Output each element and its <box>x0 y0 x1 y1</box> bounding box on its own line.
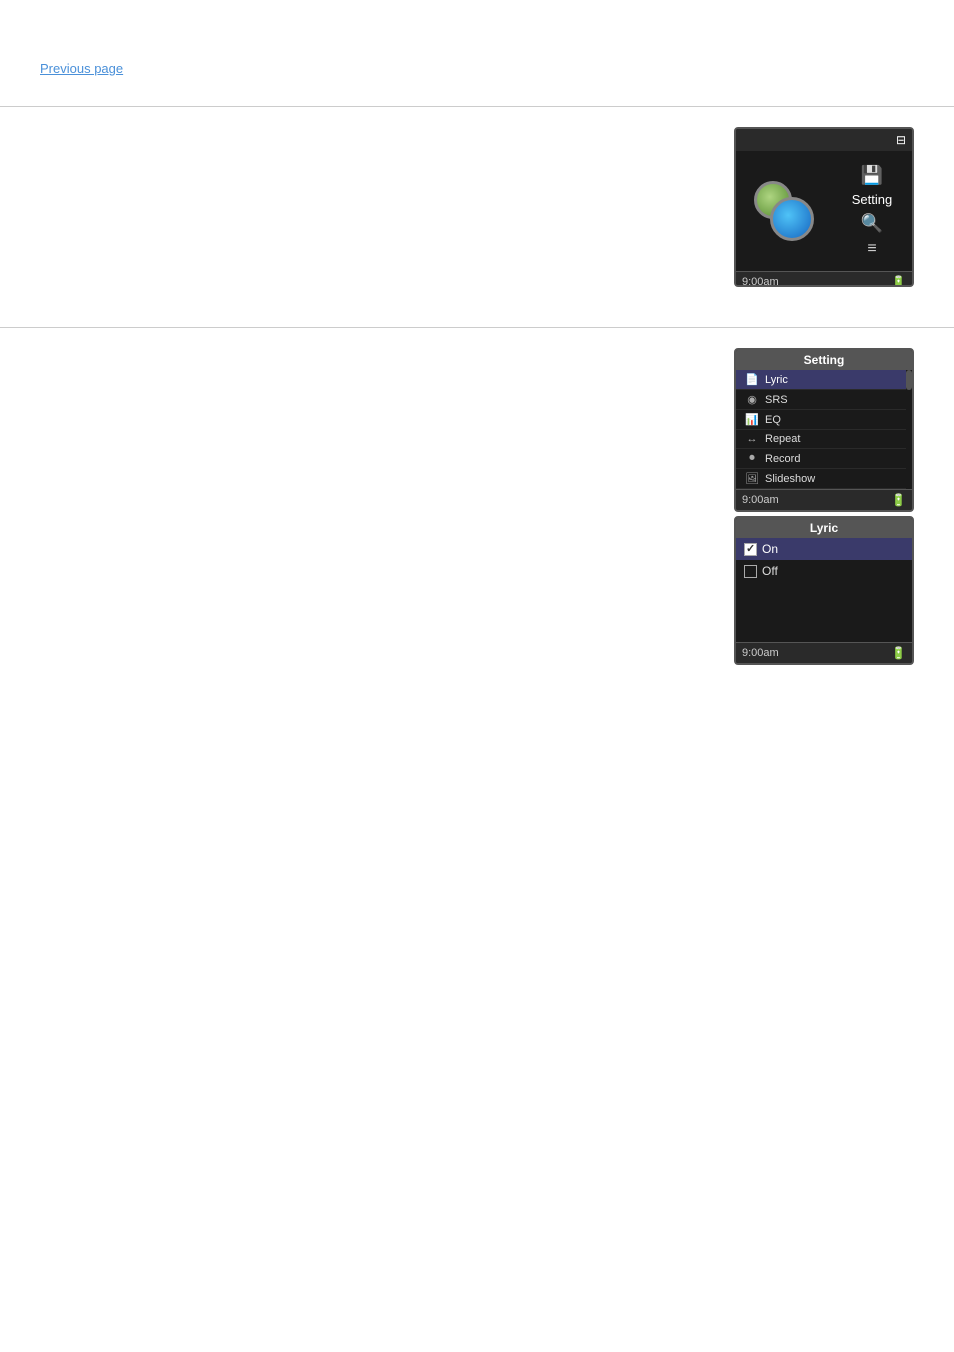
screen3-spacer <box>736 582 912 642</box>
menu-item-slideshow[interactable]: 🖼 Slideshow <box>736 469 906 489</box>
menu-label-srs: SRS <box>765 394 788 406</box>
screen3-title: Lyric <box>736 518 912 538</box>
gear-blue-icon <box>770 197 814 241</box>
menu-item-repeat[interactable]: ↔ Repeat <box>736 430 906 449</box>
screens-column: Setting 📄 Lyric ◉ SRS 📊 EQ <box>734 348 914 665</box>
screen1-body: 💾 Setting 🔍 ≡ <box>736 151 912 271</box>
screen1-right: 💾 Setting 🔍 ≡ <box>832 151 912 271</box>
section-1: ⊟ 💾 Setting 🔍 ≡ 9:00am 🔋 <box>0 106 954 317</box>
screen2-title: Setting <box>736 350 912 370</box>
menu-label-slideshow: Slideshow <box>765 473 815 485</box>
screen1-battery-icon: 🔋 <box>891 275 906 287</box>
save-icon: 💾 <box>861 165 883 186</box>
eq-icon: 📊 <box>744 413 760 426</box>
checkbox-on <box>744 543 757 556</box>
gear-icon <box>754 181 814 241</box>
repeat-icon: ↔ <box>744 433 760 445</box>
previous-page-link[interactable]: Previous page <box>40 61 123 76</box>
lyric-off-label: Off <box>762 564 778 578</box>
screen1-header: ⊟ <box>736 129 912 151</box>
lyric-option-off[interactable]: Off <box>736 560 912 582</box>
setting-label: Setting <box>852 192 892 207</box>
screen2-menu-items: 📄 Lyric ◉ SRS 📊 EQ ↔ Repeat <box>736 370 906 489</box>
screen1-footer: 9:00am 🔋 <box>736 271 912 287</box>
screen2-scroll-area: 📄 Lyric ◉ SRS 📊 EQ ↔ Repeat <box>736 370 912 489</box>
slideshow-icon: 🖼 <box>744 472 760 485</box>
list-icon: ≡ <box>867 240 876 258</box>
screen2-time: 9:00am <box>742 494 779 506</box>
lyric-on-label: On <box>762 542 778 556</box>
screen2-footer: 9:00am 🔋 <box>736 489 912 510</box>
screen3-battery-icon: 🔋 <box>891 646 906 660</box>
menu-label-eq: EQ <box>765 414 781 426</box>
header-menu-icon: ⊟ <box>896 133 906 147</box>
screen1-left <box>736 151 832 271</box>
checkbox-off <box>744 565 757 578</box>
srs-icon: ◉ <box>744 393 760 406</box>
menu-item-eq[interactable]: 📊 EQ <box>736 410 906 430</box>
screen3-time: 9:00am <box>742 647 779 659</box>
menu-label-repeat: Repeat <box>765 433 800 445</box>
section-2: Setting 📄 Lyric ◉ SRS 📊 EQ <box>0 327 954 695</box>
lyric-icon: 📄 <box>744 373 760 386</box>
scrollbar[interactable] <box>906 370 912 390</box>
menu-item-srs[interactable]: ◉ SRS <box>736 390 906 410</box>
menu-label-lyric: Lyric <box>765 374 788 386</box>
record-icon: ⏺ <box>744 452 760 465</box>
device-screen-2: Setting 📄 Lyric ◉ SRS 📊 EQ <box>734 348 914 512</box>
menu-label-record: Record <box>765 453 800 465</box>
device-screen-3: Lyric On Off 9:00am 🔋 <box>734 516 914 665</box>
top-link-area: Previous page <box>0 0 954 86</box>
screen1-time: 9:00am <box>742 276 779 287</box>
device-screen-1: ⊟ 💾 Setting 🔍 ≡ 9:00am 🔋 <box>734 127 914 287</box>
screen2-battery-icon: 🔋 <box>891 493 906 507</box>
screen3-footer: 9:00am 🔋 <box>736 642 912 663</box>
lyric-option-on[interactable]: On <box>736 538 912 560</box>
menu-item-lyric[interactable]: 📄 Lyric <box>736 370 906 390</box>
menu-item-record[interactable]: ⏺ Record <box>736 449 906 469</box>
search-icon: 🔍 <box>861 213 883 234</box>
